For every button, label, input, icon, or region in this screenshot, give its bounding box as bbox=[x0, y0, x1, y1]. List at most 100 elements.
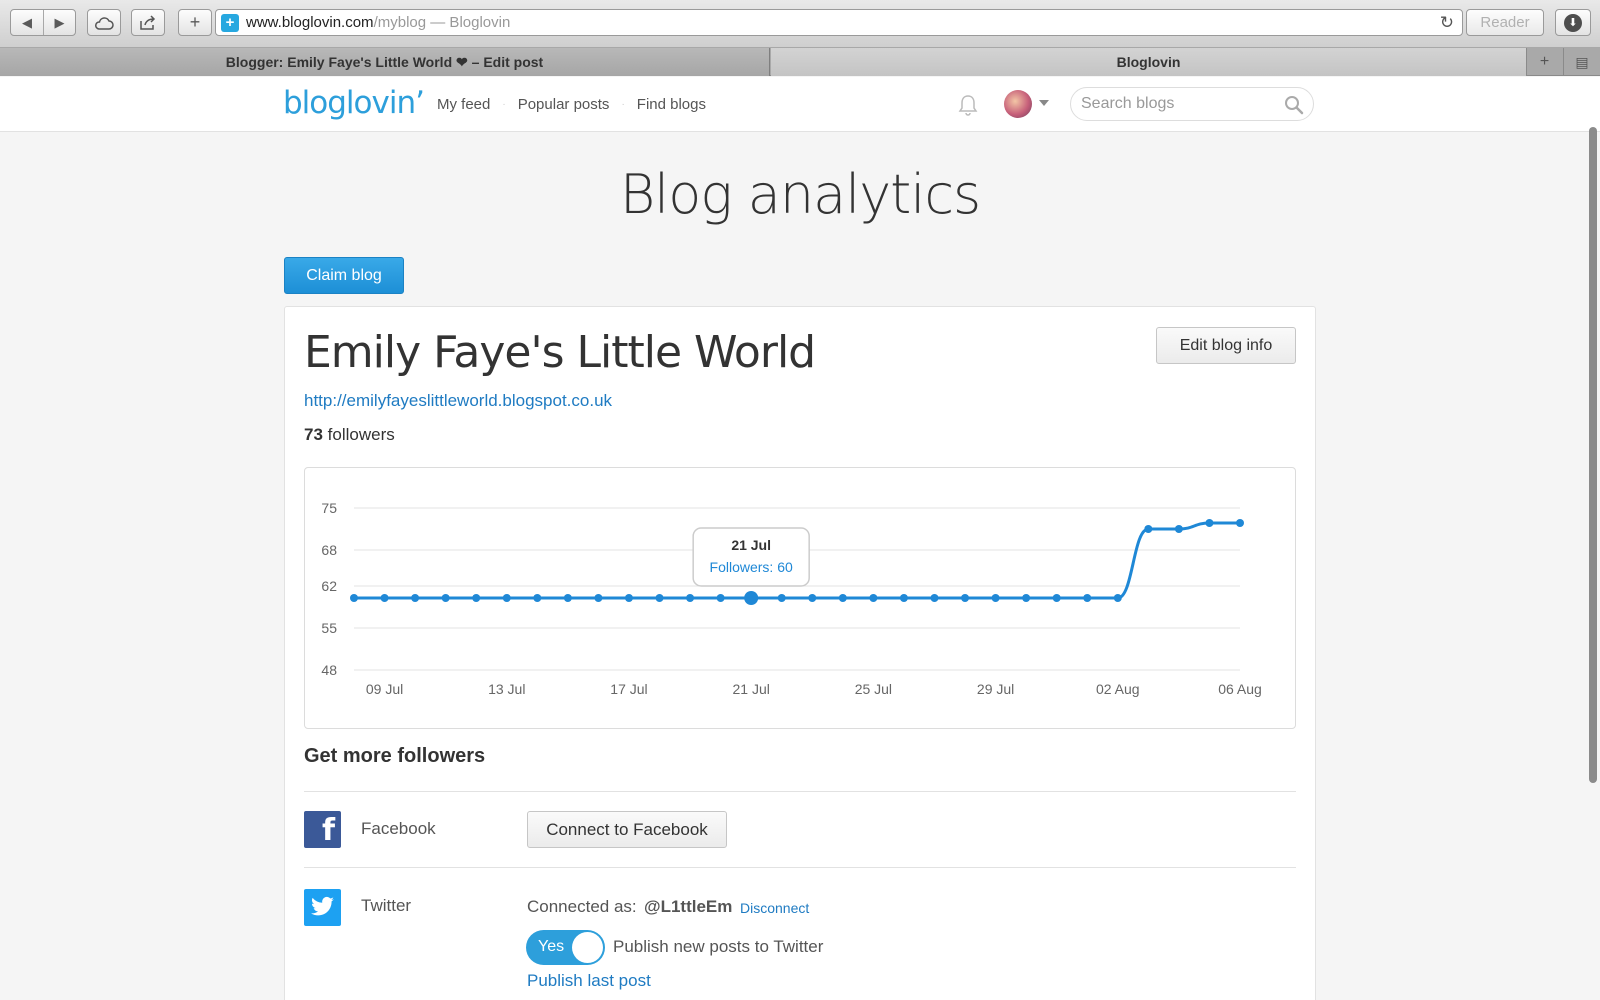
data-point bbox=[686, 594, 695, 602]
tab-blogger[interactable]: Blogger: Emily Faye's Little World ❤ – E… bbox=[0, 48, 770, 76]
data-point bbox=[930, 594, 939, 602]
nav-separator: · bbox=[621, 99, 625, 110]
data-point bbox=[533, 594, 542, 602]
reader-button[interactable]: Reader bbox=[1466, 9, 1544, 36]
followers-chart-svg: 75 68 62 55 48 09 Jul 13 Jul 17 Jul 21 Jul 25 Jul… bbox=[321, 500, 1262, 697]
data-point bbox=[350, 594, 358, 602]
data-point bbox=[1236, 519, 1244, 527]
address-text: www.bloglovin.com/myblog — Bloglovin bbox=[246, 14, 510, 31]
followers-number: 73 bbox=[304, 425, 323, 444]
new-tab-button-group: + bbox=[178, 9, 212, 36]
bell-icon[interactable] bbox=[955, 92, 981, 118]
data-point bbox=[899, 594, 908, 602]
publish-last-post-link[interactable]: Publish last post bbox=[527, 971, 651, 991]
claim-blog-button[interactable]: Claim blog bbox=[284, 257, 404, 294]
edit-blog-info-button[interactable]: Edit blog info bbox=[1156, 327, 1296, 364]
data-point bbox=[838, 594, 847, 602]
divider bbox=[304, 791, 1296, 792]
data-point bbox=[441, 594, 450, 602]
share-icon bbox=[140, 14, 156, 30]
facebook-icon: f bbox=[304, 811, 341, 848]
avatar[interactable] bbox=[1004, 90, 1032, 118]
nav-my-feed[interactable]: My feed bbox=[437, 96, 490, 113]
y-tick-label: 55 bbox=[321, 620, 337, 636]
main-nav: My feed · Popular posts · Find blogs bbox=[437, 96, 706, 113]
data-point bbox=[1022, 594, 1031, 602]
search-input[interactable] bbox=[1081, 94, 1276, 114]
share-button[interactable] bbox=[132, 10, 164, 35]
toggle-state-label: Yes bbox=[538, 938, 565, 955]
connect-facebook-button[interactable]: Connect to Facebook bbox=[527, 811, 727, 848]
nav-popular-posts[interactable]: Popular posts bbox=[518, 96, 610, 113]
forward-button[interactable]: ▶ bbox=[43, 10, 75, 35]
data-point bbox=[1113, 594, 1122, 602]
x-tick-label: 21 Jul bbox=[732, 681, 769, 697]
twitter-label: Twitter bbox=[361, 896, 412, 915]
data-point bbox=[624, 594, 633, 602]
twitter-icon bbox=[304, 889, 341, 926]
y-tick-label: 62 bbox=[321, 578, 337, 594]
new-tab-button[interactable]: + bbox=[1526, 48, 1562, 76]
twitter-handle: @L1ttleEm bbox=[644, 897, 733, 916]
chevron-down-icon[interactable] bbox=[1039, 100, 1049, 106]
url-page-title: — Bloglovin bbox=[430, 14, 511, 31]
tooltip-date: 21 Jul bbox=[731, 537, 771, 553]
tab-bloglovin[interactable]: Bloglovin bbox=[771, 48, 1526, 76]
data-point bbox=[991, 594, 1000, 602]
tab-overview-button[interactable]: ▤ bbox=[1563, 48, 1600, 76]
followers-label: followers bbox=[327, 425, 395, 444]
x-tick-label: 06 Aug bbox=[1218, 681, 1262, 697]
nav-separator: · bbox=[502, 99, 506, 110]
icloud-tabs-button[interactable] bbox=[88, 10, 120, 35]
downloads-button[interactable]: ⬇ bbox=[1555, 9, 1591, 36]
add-bookmark-button[interactable]: + bbox=[179, 10, 211, 35]
x-tick-label: 25 Jul bbox=[855, 681, 892, 697]
data-point bbox=[655, 594, 664, 602]
forward-icon: ▶ bbox=[54, 14, 65, 30]
data-point bbox=[961, 594, 970, 602]
publish-twitter-label: Publish new posts to Twitter bbox=[613, 937, 824, 956]
site-favicon-icon: + bbox=[221, 13, 239, 32]
reload-icon[interactable]: ↻ bbox=[1440, 13, 1454, 33]
tab-list-icon: ▤ bbox=[1575, 53, 1589, 70]
cloud-icon bbox=[95, 16, 114, 30]
plus-icon: + bbox=[1539, 53, 1550, 70]
disconnect-link[interactable]: Disconnect bbox=[740, 900, 809, 916]
facebook-label: Facebook bbox=[361, 819, 436, 838]
bloglovin-logo[interactable]: bloglovin’ bbox=[283, 85, 425, 121]
data-point bbox=[808, 594, 817, 602]
toggle-knob bbox=[572, 932, 603, 963]
blog-name: Emily Faye's Little World bbox=[304, 327, 816, 378]
x-tick-label: 17 Jul bbox=[610, 681, 647, 697]
blog-url-link[interactable]: http://emilyfayeslittleworld.blogspot.co… bbox=[304, 391, 612, 411]
data-point bbox=[411, 594, 420, 602]
followers-count: 73 followers bbox=[304, 425, 395, 445]
search-box bbox=[1070, 87, 1314, 121]
connected-as-label: Connected as: bbox=[527, 897, 637, 916]
back-button[interactable]: ◀ bbox=[11, 10, 43, 35]
icloud-button-group bbox=[87, 9, 121, 36]
followers-chart: 75 68 62 55 48 09 Jul 13 Jul 17 Jul 21 Jul 25 Jul… bbox=[304, 467, 1296, 729]
publish-twitter-toggle[interactable]: Yes bbox=[526, 930, 605, 965]
tab-bar: Blogger: Emily Faye's Little World ❤ – E… bbox=[0, 48, 1600, 76]
x-tick-label: 02 Aug bbox=[1096, 681, 1140, 697]
x-tick-label: 09 Jul bbox=[366, 681, 403, 697]
x-tick-label: 29 Jul bbox=[977, 681, 1014, 697]
address-bar[interactable]: + www.bloglovin.com/myblog — Bloglovin ↻ bbox=[215, 9, 1463, 36]
data-point bbox=[716, 594, 725, 602]
search-icon[interactable] bbox=[1284, 95, 1304, 115]
divider bbox=[304, 867, 1296, 868]
data-point bbox=[380, 594, 389, 602]
y-tick-label: 75 bbox=[321, 500, 337, 516]
data-point bbox=[1174, 525, 1183, 533]
get-more-followers-heading: Get more followers bbox=[304, 745, 486, 767]
nav-find-blogs[interactable]: Find blogs bbox=[637, 96, 706, 113]
data-point bbox=[502, 594, 511, 602]
data-point bbox=[744, 591, 759, 605]
plus-icon: + bbox=[189, 12, 201, 32]
download-icon: ⬇ bbox=[1564, 13, 1582, 32]
history-buttons: ◀ ▶ bbox=[10, 9, 76, 36]
page-scrollbar[interactable] bbox=[1589, 127, 1597, 783]
x-tick-label: 13 Jul bbox=[488, 681, 525, 697]
y-tick-label: 48 bbox=[321, 662, 337, 678]
